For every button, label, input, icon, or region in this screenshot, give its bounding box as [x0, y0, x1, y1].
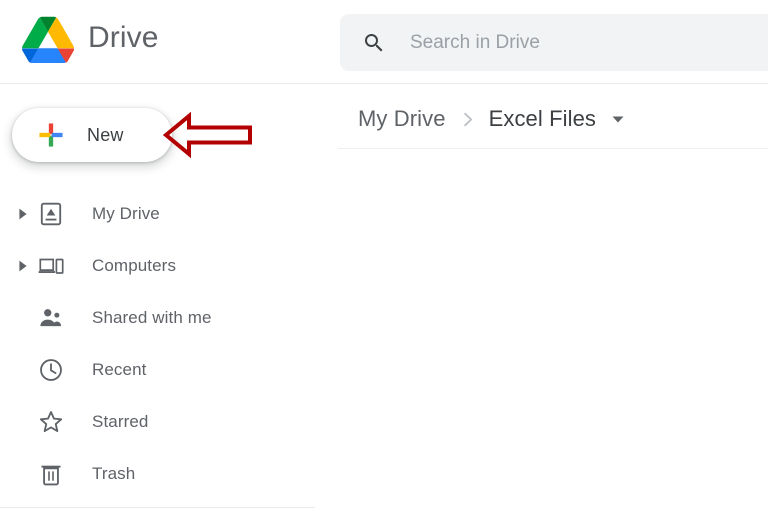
breadcrumb: My Drive Excel Files — [358, 101, 626, 137]
caret-down-icon[interactable] — [610, 111, 626, 127]
google-drive-logo-icon — [22, 16, 74, 63]
sidebar-nav-list: My Drive Computers Shared with me — [0, 188, 330, 500]
sidebar-item-computers[interactable]: Computers — [0, 240, 330, 292]
trash-icon — [38, 461, 64, 487]
sidebar-item-label: Computers — [92, 256, 176, 276]
sidebar-item-label: Starred — [92, 412, 148, 432]
search-icon — [362, 31, 386, 55]
expand-caret-right-icon[interactable] — [17, 208, 29, 220]
new-button-label: New — [87, 125, 124, 146]
brand-area[interactable]: Drive — [22, 16, 159, 63]
sidebar-item-label: Recent — [92, 360, 146, 380]
chevron-right-icon — [459, 111, 476, 128]
sidebar-divider — [0, 507, 315, 508]
sidebar-item-label: My Drive — [92, 204, 160, 224]
search-input[interactable] — [410, 32, 750, 54]
breadcrumb-root[interactable]: My Drive — [358, 106, 446, 132]
star-outline-icon — [38, 409, 64, 435]
breadcrumb-current[interactable]: Excel Files — [489, 106, 596, 132]
my-drive-icon — [38, 201, 64, 227]
search-bar[interactable] — [340, 14, 768, 71]
clock-icon — [38, 357, 64, 383]
brand-title: Drive — [88, 23, 159, 56]
app-header: Drive — [0, 0, 768, 84]
sidebar-item-label: Shared with me — [92, 308, 212, 328]
sidebar-item-trash[interactable]: Trash — [0, 448, 330, 500]
sidebar: New My Drive Computers — [0, 85, 330, 521]
sidebar-item-recent[interactable]: Recent — [0, 344, 330, 396]
shared-with-me-icon — [38, 305, 64, 331]
google-plus-colored-icon — [38, 122, 64, 148]
sidebar-item-starred[interactable]: Starred — [0, 396, 330, 448]
sidebar-item-shared-with-me[interactable]: Shared with me — [0, 292, 330, 344]
main-content: My Drive Excel Files — [330, 85, 768, 521]
content-divider — [338, 148, 768, 149]
expand-caret-right-icon[interactable] — [17, 260, 29, 272]
sidebar-item-my-drive[interactable]: My Drive — [0, 188, 330, 240]
sidebar-item-label: Trash — [92, 464, 135, 484]
computers-icon — [38, 253, 64, 279]
new-button[interactable]: New — [12, 108, 172, 162]
